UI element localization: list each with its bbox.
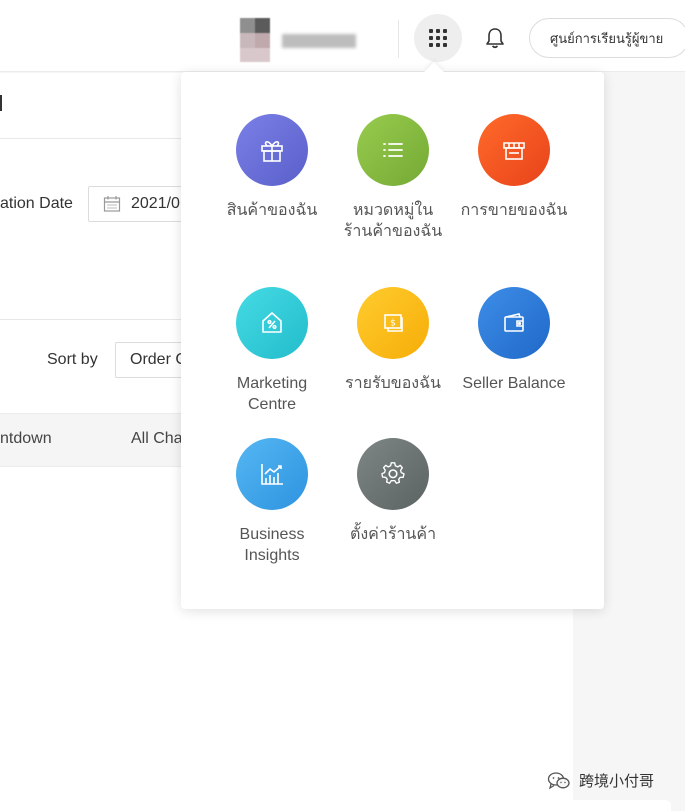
seller-learning-center-button[interactable]: ศูนย์การเรียนรู้ผู้ขาย — [529, 18, 685, 58]
creation-date-value: 2021/0 — [131, 195, 180, 212]
app-icon-circle — [236, 287, 308, 359]
apps-grid-icon — [429, 29, 447, 47]
header-divider — [398, 20, 399, 58]
app-my-sales[interactable]: การขายของฉัน — [454, 114, 574, 221]
avatar[interactable] — [240, 18, 270, 62]
app-my-income[interactable]: $ รายรับของฉัน — [333, 287, 453, 394]
gift-icon — [261, 141, 283, 162]
app-icon-circle — [357, 438, 429, 510]
bottom-card — [526, 800, 671, 811]
app-label: สินค้าของฉัน — [226, 202, 318, 219]
app-label: Seller Balance — [462, 375, 566, 392]
app-icon-circle: $ — [357, 287, 429, 359]
gear-icon — [381, 462, 405, 484]
app-icon-circle — [357, 114, 429, 186]
watermark-text: 跨境小付哥 — [579, 773, 655, 790]
watermark: 跨境小付哥 — [547, 770, 654, 791]
learning-center-label: ศูนย์การเรียนรู้ผู้ขาย — [550, 30, 664, 46]
app-marketing-centre[interactable]: Marketing Centre — [212, 287, 332, 415]
notification-button[interactable] — [482, 24, 508, 52]
sort-by-value: Order C — [130, 351, 187, 368]
app-label: รายรับของฉัน — [345, 375, 441, 392]
app-my-products[interactable]: สินค้าของฉัน — [212, 114, 332, 221]
app-icon-circle — [236, 114, 308, 186]
apps-dropdown-menu: สินค้าของฉัน หมวดหมู่ในร้านค้าของฉัน การ… — [181, 72, 604, 609]
app-label: Business Insights — [239, 526, 305, 564]
calendar-icon — [103, 196, 121, 212]
app-shop-categories[interactable]: หมวดหมู่ในร้านค้าของฉัน — [333, 114, 453, 242]
bell-icon — [486, 28, 504, 49]
table-header-all-channels[interactable]: All Cha — [131, 430, 183, 448]
app-shop-settings[interactable]: ตั้งค่าร้านค้า — [333, 438, 453, 545]
list-icon — [383, 143, 403, 157]
text-cursor — [0, 95, 2, 111]
app-label: หมวดหมู่ในร้านค้าของฉัน — [343, 202, 443, 240]
app-label: Marketing Centre — [236, 375, 308, 413]
app-icon-circle — [236, 438, 308, 510]
apps-menu-button[interactable] — [414, 14, 462, 62]
app-icon-circle — [478, 287, 550, 359]
app-icon-circle — [478, 114, 550, 186]
app-business-insights[interactable]: Business Insights — [212, 438, 332, 566]
app-label: การขายของฉัน — [460, 202, 568, 219]
money-icon: $ — [384, 314, 403, 332]
store-icon — [503, 142, 525, 160]
wallet-icon — [504, 313, 524, 332]
creation-date-label: ation Date — [0, 195, 73, 212]
wechat-icon — [547, 771, 570, 789]
chart-icon — [261, 464, 283, 485]
sort-by-label: Sort by — [47, 351, 98, 368]
svg-text:$: $ — [390, 319, 396, 329]
discount-tag-icon — [262, 312, 282, 333]
username-redacted[interactable] — [282, 34, 356, 48]
table-header-countdown: ntdown — [0, 430, 52, 447]
app-label: ตั้งค่าร้านค้า — [349, 526, 437, 543]
app-seller-balance[interactable]: Seller Balance — [454, 287, 574, 394]
